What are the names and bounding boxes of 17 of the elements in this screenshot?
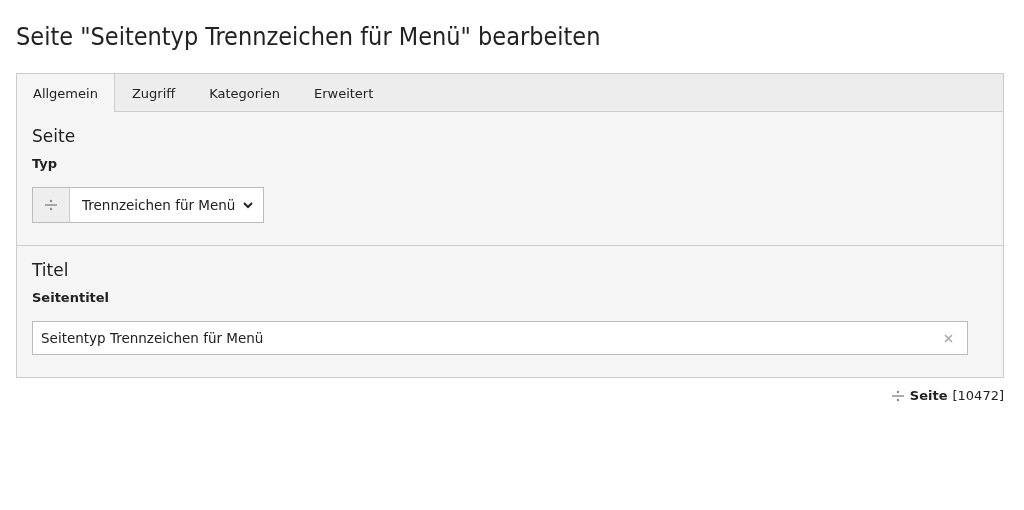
tab[interactable]: Zugriff <box>114 74 193 112</box>
tab[interactable]: Erweitert <box>296 74 391 112</box>
clear-icon[interactable] <box>944 333 953 343</box>
field-label: Seitentitel <box>32 290 111 305</box>
page-title: Seite "Seitentyp Trennzeichen für Menü" bearbeiten <box>16 22 602 51</box>
field-label: Typ <box>32 156 59 171</box>
divide-icon <box>890 389 905 402</box>
record-type: Seite <box>909 388 948 403</box>
select-field[interactable]: Trennzeichen für Menü <box>32 187 265 223</box>
divide-icon <box>44 199 58 211</box>
tab[interactable]: Kategorien <box>192 74 297 112</box>
input-field[interactable]: Seitentyp Trennzeichen für Menü <box>32 321 968 355</box>
tab[interactable]: Allgemein <box>17 74 115 112</box>
chevron-icon <box>243 201 254 209</box>
section-heading: Titel <box>32 260 70 280</box>
section-heading: Seite <box>32 126 77 146</box>
record-id: [10472] <box>952 388 1004 403</box>
